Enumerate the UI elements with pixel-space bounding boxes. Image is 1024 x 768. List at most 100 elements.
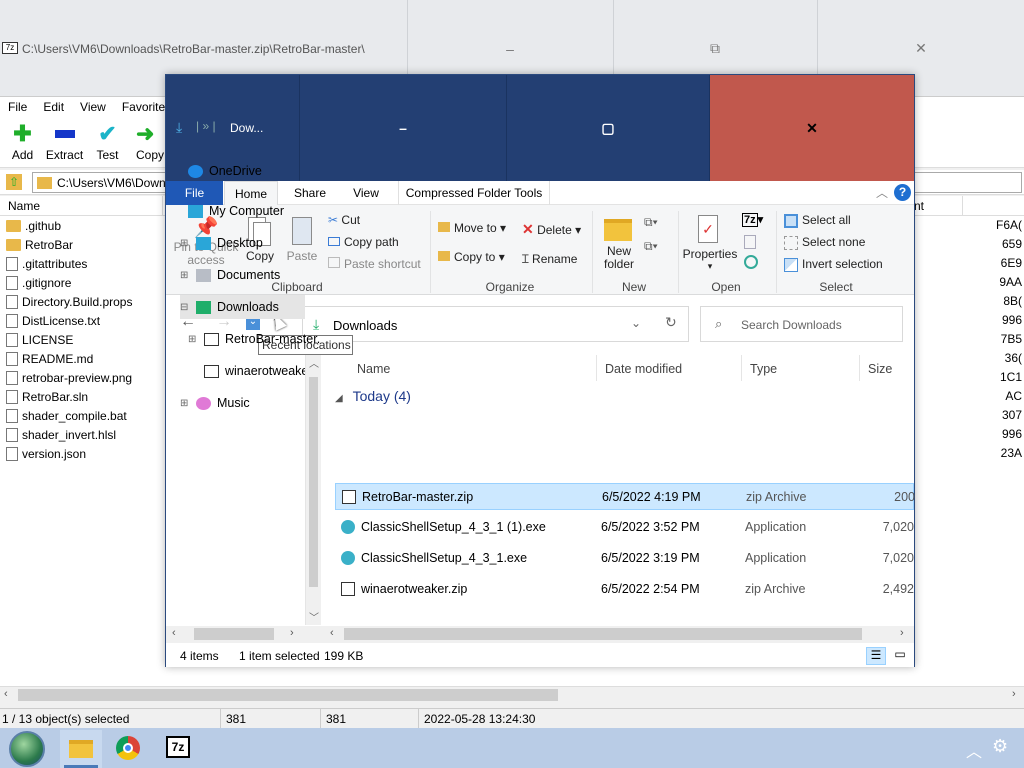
file-icon <box>6 351 18 366</box>
list-item[interactable]: shader_compile.bat <box>6 406 127 425</box>
main-scroll-thumb[interactable] <box>344 628 862 640</box>
cut-button[interactable]: ✂ Cut <box>328 213 360 227</box>
tab-compressed-folder-tools[interactable]: Compressed Folder Tools <box>398 181 550 205</box>
select-all-button[interactable]: Select all <box>784 213 851 228</box>
edit-icon[interactable] <box>744 235 756 249</box>
copy-path-button[interactable]: Copy path <box>328 235 399 249</box>
chrome-taskbar-button[interactable] <box>116 736 140 760</box>
sevenzip-taskbar-button[interactable]: 7z <box>166 736 190 758</box>
scroll-up-icon[interactable]: ︿ <box>309 355 319 370</box>
expander-icon[interactable]: ⊞ <box>180 238 190 249</box>
expander-icon[interactable]: ⊟ <box>180 302 190 313</box>
list-item[interactable]: Directory.Build.props <box>6 292 132 311</box>
tree-item[interactable]: winaerotweaker.z <box>188 359 322 383</box>
list-item[interactable]: LICENSE <box>6 330 73 349</box>
up-folder-icon[interactable]: ⇧ <box>6 174 22 190</box>
delete-button[interactable]: ✕ Delete ▾ <box>522 221 581 238</box>
tree-item[interactable]: OneDrive <box>172 159 262 183</box>
column-date-modified[interactable]: Date modified <box>597 355 742 381</box>
rename-button[interactable]: Ɪ Rename <box>522 250 577 267</box>
new-folder-button[interactable]: New folder <box>598 213 640 271</box>
list-item[interactable]: shader_invert.hlsl <box>6 425 116 444</box>
paste-shortcut-button[interactable]: Paste shortcut <box>328 257 421 271</box>
file-explorer-taskbar-button[interactable] <box>60 730 102 768</box>
copy-button[interactable]: ➜ Copy <box>130 122 165 162</box>
tree-item[interactable]: ⊞ RetroBar-master. <box>188 327 320 351</box>
collapse-ribbon-icon[interactable]: ︿ <box>876 184 888 201</box>
sevenzip-horizontal-scrollbar[interactable]: ‹ › <box>0 686 1024 703</box>
scroll-thumb[interactable] <box>18 689 558 701</box>
explorer-close-button[interactable]: ✕ <box>709 75 914 181</box>
tree-item[interactable]: ⊟ Downloads <box>180 295 305 319</box>
list-item[interactable]: .gitignore <box>6 273 71 292</box>
file-row[interactable]: ClassicShellSetup_4_3_1.exe 6/5/2022 3:19… <box>335 545 914 572</box>
scroll-right-icon[interactable]: › <box>290 627 294 639</box>
add-button[interactable]: ✚ Add <box>0 121 45 162</box>
explorer-minimize-button[interactable]: – <box>299 75 506 181</box>
easy-access-icon[interactable]: ⧉▾ <box>644 239 658 254</box>
menu-file[interactable]: File <box>0 97 35 118</box>
column-name[interactable]: Name <box>323 355 597 381</box>
list-item[interactable]: DistLicense.txt <box>6 311 100 330</box>
move-to-button[interactable]: Move to ▾ <box>438 221 506 235</box>
refresh-icon[interactable]: ↻ <box>665 314 677 331</box>
scroll-right-icon[interactable]: › <box>900 627 904 639</box>
tree-item[interactable]: ⊞ Desktop <box>180 231 263 255</box>
history-icon[interactable] <box>744 255 758 269</box>
tab-view[interactable]: View <box>342 181 390 205</box>
select-none-button[interactable]: Select none <box>784 235 865 250</box>
details-view-button[interactable]: ☰ <box>866 647 886 665</box>
invert-selection-button[interactable]: Invert selection <box>784 257 883 272</box>
explorer-maximize-button[interactable]: ▢ <box>506 75 709 181</box>
scroll-left-icon[interactable]: ‹ <box>4 688 8 700</box>
scroll-right-icon[interactable]: › <box>1012 688 1016 700</box>
copy-to-button[interactable]: Copy to ▾ <box>438 250 505 264</box>
column-right[interactable]: nt <box>914 199 924 213</box>
extract-button[interactable]: Extract <box>42 122 87 162</box>
properties-button[interactable]: ✓ Properties ▾ <box>682 213 738 272</box>
list-item[interactable]: .gitattributes <box>6 254 87 273</box>
menu-view[interactable]: View <box>72 97 114 118</box>
tree-item[interactable]: My Computer <box>172 199 284 223</box>
search-box[interactable]: ⌕ Search Downloads <box>700 306 903 342</box>
expander-icon[interactable]: ⊞ <box>180 398 190 409</box>
list-item[interactable]: .github <box>6 216 61 235</box>
column-size[interactable]: Size <box>860 355 914 381</box>
help-icon[interactable]: ? <box>894 184 911 201</box>
file-row[interactable]: RetroBar-master.zip 6/5/2022 4:19 PM zip A… <box>335 483 915 510</box>
column-type[interactable]: Type <box>742 355 860 381</box>
gear-icon[interactable]: ⚙ <box>992 736 1008 757</box>
sevenzip-open-icon[interactable]: 7z ▾ <box>742 213 763 227</box>
expander-icon[interactable]: ⊞ <box>188 334 198 345</box>
file-row[interactable]: winaerotweaker.zip 6/5/2022 2:54 PM zip Ar… <box>335 576 914 603</box>
chevron-up-icon[interactable]: ︿ <box>966 738 982 762</box>
address-dropdown-icon[interactable]: ⌄ <box>631 316 641 330</box>
start-button[interactable] <box>9 731 45 767</box>
menu-edit[interactable]: Edit <box>35 97 72 118</box>
tab-share[interactable]: Share <box>286 181 334 205</box>
paste-button[interactable]: Paste <box>284 215 320 263</box>
group-header[interactable]: ◢ Today (4) <box>335 388 411 404</box>
explorer-address-bar[interactable]: ⤓ Downloads ⌄ ↻ <box>302 306 689 342</box>
explorer-horizontal-scrollbar[interactable]: ‹ › ‹ › <box>166 626 914 643</box>
scroll-down-icon[interactable]: ﹀ <box>309 609 319 624</box>
file-row[interactable]: ClassicShellSetup_4_3_1 (1).exe 6/5/2022 … <box>335 514 914 541</box>
new-item-icon[interactable]: ⧉▾ <box>644 215 658 230</box>
large-icons-view-button[interactable]: ▭ <box>890 647 910 665</box>
tree-item[interactable]: ⊞ Music <box>180 391 250 415</box>
list-item[interactable]: RetroBar <box>6 235 73 254</box>
list-item[interactable]: RetroBar.sln <box>6 387 88 406</box>
tree-item[interactable]: ⊞ Documents <box>180 263 280 287</box>
scroll-left-icon[interactable]: ‹ <box>172 627 176 639</box>
scroll-left-icon[interactable]: ‹ <box>330 627 334 639</box>
list-item[interactable]: README.md <box>6 349 93 368</box>
nav-scroll-thumb[interactable] <box>194 628 274 640</box>
test-button[interactable]: ✔ Test <box>85 121 130 162</box>
list-item[interactable]: version.json <box>6 444 86 463</box>
column-name[interactable]: Name <box>8 199 40 213</box>
explorer-title-bar[interactable]: ⤓ | » | Dow... – ▢ ✕ <box>166 75 914 181</box>
list-item[interactable]: retrobar-preview.png <box>6 368 132 387</box>
scroll-thumb[interactable] <box>309 377 318 587</box>
navigation-pane-scrollbar[interactable]: ︿ ﹀ <box>305 355 321 625</box>
expander-icon[interactable]: ⊞ <box>180 270 190 281</box>
